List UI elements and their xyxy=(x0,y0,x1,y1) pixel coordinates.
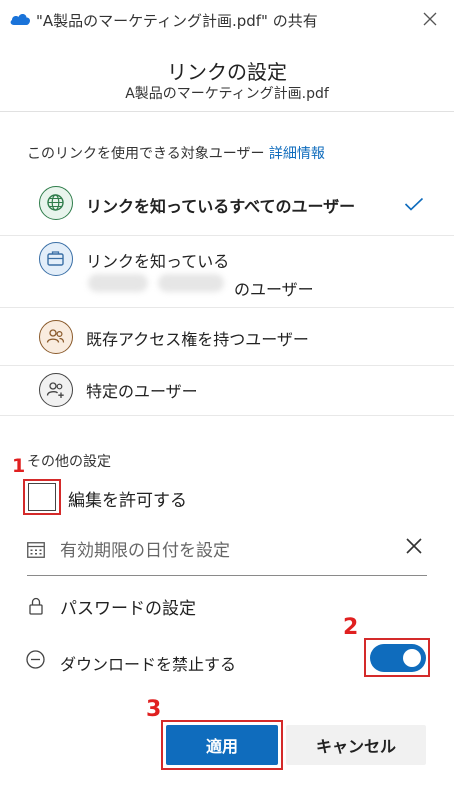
block-download-label: ダウンロードを禁止する xyxy=(60,655,237,674)
audience-heading: このリンクを使用できる対象ユーザー 詳細情報 xyxy=(27,143,325,163)
other-settings-heading: その他の設定 xyxy=(27,454,111,470)
file-name: A製品のマーケティング計画.pdf xyxy=(125,86,329,102)
password-setting[interactable]: パスワードの設定 xyxy=(60,594,196,619)
divider xyxy=(0,415,454,416)
cancel-button[interactable]: キャンセル xyxy=(286,725,426,765)
toggle-knob xyxy=(403,649,421,667)
clear-icon[interactable] xyxy=(404,536,424,556)
allow-edit-label: 編集を許可する xyxy=(68,491,187,511)
audience-option-label: 特定のユーザー xyxy=(86,382,198,401)
audience-heading-text: このリンクを使用できる対象ユーザー xyxy=(27,146,265,162)
globe-icon xyxy=(39,186,73,220)
audience-option-label-suffix: のユーザー xyxy=(234,280,314,299)
onedrive-cloud-icon xyxy=(10,14,31,25)
apply-button[interactable]: 適用 xyxy=(166,725,278,765)
block-icon xyxy=(26,650,45,669)
close-icon[interactable] xyxy=(422,11,438,27)
people-icon xyxy=(39,320,73,354)
details-link[interactable]: 詳細情報 xyxy=(269,146,325,162)
redacted-org-name xyxy=(158,274,224,292)
lock-icon xyxy=(29,597,43,615)
window-title: "A製品のマーケティング計画.pdf" の共有 xyxy=(36,12,318,30)
annotation-marker-1: 1 xyxy=(12,455,26,477)
annotation-marker-3: 3 xyxy=(146,697,162,722)
allow-edit-checkbox[interactable] xyxy=(28,483,56,511)
annotation-marker-2: 2 xyxy=(343,615,359,640)
audience-option-existing-access[interactable]: 既存アクセス権を持つユーザー xyxy=(0,308,454,366)
redacted-org-name xyxy=(88,274,148,292)
input-underline xyxy=(27,575,427,576)
people-add-icon xyxy=(39,373,73,407)
calendar-icon xyxy=(27,542,45,558)
audience-option-label: リンクを知っているすべてのユーザー xyxy=(86,197,356,216)
expiry-date-field[interactable]: 有効期限の日付を設定 xyxy=(0,520,454,576)
audience-option-label: 既存アクセス権を持つユーザー xyxy=(86,330,309,349)
dialog-title: リンクの設定 xyxy=(167,60,287,84)
audience-option-specific-people[interactable]: 特定のユーザー xyxy=(0,366,454,416)
audience-option-organization[interactable]: リンクを知っている のユーザー xyxy=(0,236,454,308)
audience-option-label: リンクを知っている xyxy=(86,252,230,271)
briefcase-icon xyxy=(39,242,73,276)
block-download-toggle[interactable] xyxy=(370,644,426,672)
checkmark-icon xyxy=(404,197,424,211)
expiry-date-input[interactable]: 有効期限の日付を設定 xyxy=(60,536,230,561)
header-divider xyxy=(0,111,454,112)
title-bar: "A製品のマーケティング計画.pdf" の共有 xyxy=(0,0,454,40)
audience-option-anyone[interactable]: リンクを知っているすべてのユーザー xyxy=(0,170,454,236)
